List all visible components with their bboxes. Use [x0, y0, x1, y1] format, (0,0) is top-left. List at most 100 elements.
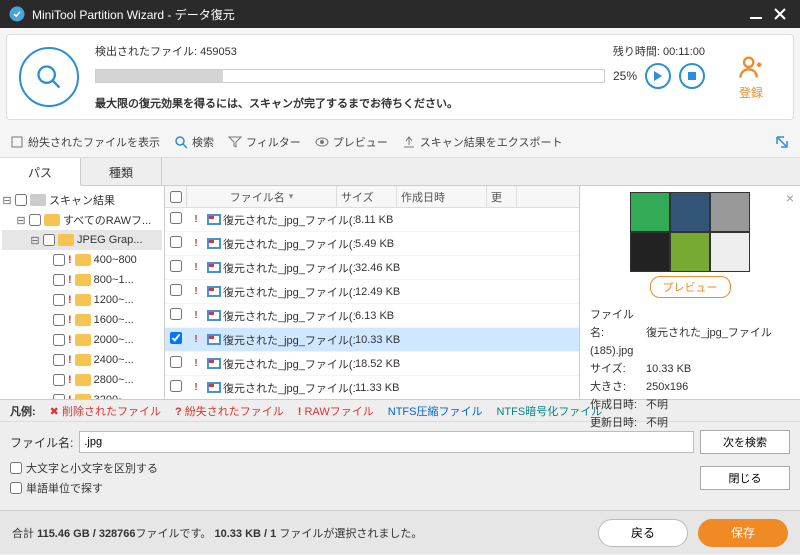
file-name: 復元された_jpg_ファイル(1... — [223, 236, 355, 252]
tree-raw[interactable]: すべてのRAWフ... — [63, 212, 151, 228]
file-checkbox[interactable] — [170, 284, 182, 296]
export-button[interactable]: スキャン結果をエクスポート — [402, 134, 563, 150]
file-list: ファイル名 サイズ 作成日時 更 !復元された_jpg_ファイル(1...8.1… — [165, 186, 580, 399]
preview-button[interactable]: プレビュー — [315, 134, 388, 150]
tree-folder[interactable]: 2400~... — [94, 354, 134, 366]
scan-status-panel: 検出されたファイル: 459053 残り時間: 00:11:00 25% 最大限… — [6, 34, 794, 120]
file-checkbox[interactable] — [170, 260, 182, 272]
file-checkbox[interactable] — [170, 332, 182, 344]
save-button[interactable]: 保存 — [698, 519, 788, 547]
scan-hint: 最大限の復元効果を得るには、スキャンが完了するまでお待ちください。 — [95, 95, 705, 111]
titlebar: MiniTool Partition Wizard - データ復元 — [0, 0, 800, 28]
tree-folder[interactable]: 2800~... — [94, 374, 134, 386]
file-row[interactable]: !復元された_jpg_ファイル(1...12.49 KB — [165, 280, 579, 304]
file-size: 5.49 KB — [355, 238, 415, 250]
tree-root[interactable]: スキャン結果 — [49, 192, 115, 208]
remaining-time: 00:11:00 — [663, 46, 705, 58]
preview-created: 不明 — [646, 399, 668, 411]
tab-path[interactable]: パス — [0, 158, 81, 186]
preview-open-button[interactable]: プレビュー — [650, 276, 731, 298]
tree-folder[interactable]: 1200~... — [94, 294, 134, 306]
tree-checkbox[interactable] — [53, 394, 65, 399]
column-updated[interactable]: 更 — [487, 186, 517, 207]
toolbar: 紛失されたファイルを表示 検索 フィルター プレビュー スキャン結果をエクスポー… — [0, 126, 800, 158]
search-close-button[interactable]: 閉じる — [700, 466, 790, 490]
file-row[interactable]: !復元された_jpg_ファイル(1...18.52 KB — [165, 352, 579, 376]
file-row[interactable]: !復元された_jpg_ファイル(1...8.11 KB — [165, 208, 579, 232]
file-name: 復元された_jpg_ファイル(1... — [223, 212, 355, 228]
whole-word-checkbox[interactable]: 単語単位で探す — [10, 480, 158, 496]
status-text: 合計 115.46 GB / 328766ファイルです。 10.33 KB / … — [12, 525, 588, 541]
file-row[interactable]: !復元された_jpg_ファイル(1...10.33 KB — [165, 328, 579, 352]
minimize-button[interactable] — [744, 2, 768, 26]
preview-close-button[interactable]: × — [786, 190, 794, 206]
file-checkbox[interactable] — [170, 212, 182, 224]
select-all-checkbox[interactable] — [170, 191, 182, 203]
search-label: ファイル名: — [10, 434, 73, 451]
file-name: 復元された_jpg_ファイル(1... — [223, 260, 355, 276]
file-size: 8.11 KB — [355, 214, 415, 226]
tab-type[interactable]: 種類 — [81, 158, 162, 185]
file-size: 32.46 KB — [355, 262, 415, 274]
file-checkbox[interactable] — [170, 356, 182, 368]
show-lost-files-button[interactable]: 紛失されたファイルを表示 — [10, 134, 160, 150]
tree-jpeg[interactable]: JPEG Grap... — [77, 234, 142, 246]
tree-folder[interactable]: 800~1... — [94, 274, 134, 286]
tree-checkbox[interactable] — [53, 334, 65, 346]
file-name: 復元された_jpg_ファイル(1... — [223, 308, 355, 324]
file-name: 復元された_jpg_ファイル(1... — [223, 380, 355, 396]
tree-folder[interactable]: 2000~... — [94, 334, 134, 346]
file-size: 18.52 KB — [355, 358, 415, 370]
column-name[interactable]: ファイル名 — [187, 186, 337, 207]
tree-checkbox[interactable] — [53, 294, 65, 306]
tree-checkbox[interactable] — [53, 254, 65, 266]
tree-checkbox[interactable] — [53, 274, 65, 286]
tree-folder[interactable]: 400~800 — [94, 254, 137, 266]
filter-button[interactable]: フィルター — [228, 134, 301, 150]
preview-thumbnail — [630, 192, 750, 272]
file-name: 復元された_jpg_ファイル(1... — [223, 356, 355, 372]
file-checkbox[interactable] — [170, 380, 182, 392]
file-row[interactable]: !復元された_jpg_ファイル(1...5.49 KB — [165, 232, 579, 256]
search-input[interactable] — [79, 431, 694, 453]
file-checkbox[interactable] — [170, 308, 182, 320]
scan-icon — [19, 47, 79, 107]
file-name: 復元された_jpg_ファイル(1... — [223, 332, 355, 348]
external-link-button[interactable] — [774, 134, 790, 150]
preview-updated: 不明 — [646, 417, 668, 429]
preview-dimensions: 250x196 — [646, 381, 688, 393]
tree-checkbox[interactable] — [53, 314, 65, 326]
case-sensitive-checkbox[interactable]: 大文字と小文字を区別する — [10, 460, 158, 476]
stop-button[interactable] — [679, 63, 705, 89]
tree-folder[interactable]: 1600~... — [94, 314, 134, 326]
file-checkbox[interactable] — [170, 236, 182, 248]
close-button[interactable] — [768, 2, 792, 26]
tree-checkbox[interactable] — [29, 214, 41, 226]
scanned-count: 459053 — [200, 46, 237, 58]
progress-percent: 25% — [613, 69, 637, 83]
folder-tree[interactable]: ⊟スキャン結果 ⊟すべてのRAWフ... ⊟JPEG Grap... !400~… — [0, 186, 165, 399]
tree-checkbox[interactable] — [53, 354, 65, 366]
file-row[interactable]: !復元された_jpg_ファイル(1...11.33 KB — [165, 376, 579, 399]
file-row[interactable]: !復元された_jpg_ファイル(1...32.46 KB — [165, 256, 579, 280]
column-date[interactable]: 作成日時 — [397, 186, 487, 207]
window-title: MiniTool Partition Wizard - データ復元 — [32, 6, 744, 23]
preview-size: 10.33 KB — [646, 363, 691, 375]
register-label: 登録 — [721, 84, 781, 101]
search-button[interactable]: 検索 — [174, 134, 214, 150]
preview-panel: × プレビュー ファイル名:復元された_jpg_ファイル(185).jpg サイ… — [580, 186, 800, 399]
tree-checkbox[interactable] — [43, 234, 55, 246]
back-button[interactable]: 戻る — [598, 519, 688, 547]
tree-checkbox[interactable] — [15, 194, 27, 206]
register-button[interactable]: 登録 — [721, 53, 781, 101]
column-size[interactable]: サイズ — [337, 186, 397, 207]
footer: 合計 115.46 GB / 328766ファイルです。 10.33 KB / … — [0, 510, 800, 554]
tree-checkbox[interactable] — [53, 374, 65, 386]
file-size: 6.13 KB — [355, 310, 415, 322]
remaining-label: 残り時間: — [613, 46, 660, 58]
tabs: パス 種類 — [0, 158, 800, 186]
resume-button[interactable] — [645, 63, 671, 89]
tree-folder[interactable]: 3200~... — [94, 394, 134, 399]
find-next-button[interactable]: 次を検索 — [700, 430, 790, 454]
file-row[interactable]: !復元された_jpg_ファイル(1...6.13 KB — [165, 304, 579, 328]
